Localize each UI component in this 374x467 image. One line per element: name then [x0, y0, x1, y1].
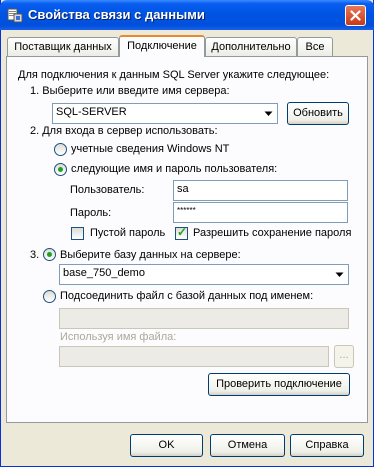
step2-label: 2. Для входа в сервер использовать:: [30, 125, 218, 137]
password-value: ******: [177, 206, 196, 215]
password-input[interactable]: ******: [173, 202, 348, 223]
filename-label: Используя имя файла:: [60, 331, 177, 343]
browse-button[interactable]: ...: [334, 345, 354, 368]
intro-text: Для подключения к данным SQL Server укаж…: [18, 69, 330, 81]
dialog-window: Свойства связи с данными Поставщик данны…: [0, 0, 374, 467]
tab-connection-label: Подключение: [127, 40, 197, 52]
tab-advanced[interactable]: Дополнительно: [205, 37, 297, 57]
help-button[interactable]: Справка: [290, 434, 364, 457]
tab-all[interactable]: Все: [297, 37, 333, 57]
user-label: Пользователь:: [70, 184, 145, 196]
close-button[interactable]: [345, 5, 366, 26]
save-password-label[interactable]: Разрешить сохранение пароля: [193, 227, 351, 239]
password-label: Пароль:: [70, 207, 112, 219]
step1-label: 1. Выберите или введите имя сервера:: [30, 85, 230, 97]
attach-name-input[interactable]: [59, 308, 349, 329]
db-select-radio[interactable]: [43, 248, 56, 261]
blank-password-label[interactable]: Пустой пароль: [90, 227, 165, 239]
server-value: SQL-SERVER: [56, 106, 127, 118]
auth-sql-radio[interactable]: [54, 163, 67, 176]
step3-number: 3.: [30, 249, 40, 261]
chevron-down-icon[interactable]: [331, 266, 347, 283]
user-input[interactable]: sa: [173, 180, 348, 201]
attach-file-label[interactable]: Подсоединить файл с базой данных под име…: [60, 290, 313, 302]
attach-file-radio[interactable]: [43, 290, 56, 303]
title-bar[interactable]: Свойства связи с данными: [0, 0, 374, 30]
tab-advanced-label: Дополнительно: [211, 41, 291, 53]
cancel-button[interactable]: Отмена: [210, 434, 285, 457]
auth-sql-label[interactable]: следующие имя и пароль пользователя:: [71, 163, 277, 175]
close-icon: [350, 10, 361, 21]
data-link-icon: [7, 7, 23, 23]
refresh-button[interactable]: Обновить: [287, 102, 349, 125]
server-combobox[interactable]: SQL-SERVER: [52, 103, 278, 124]
ok-button[interactable]: OK: [130, 434, 203, 457]
tab-all-label: Все: [305, 41, 325, 53]
auth-windows-radio[interactable]: [54, 143, 67, 156]
database-value: base_750_demo: [63, 267, 145, 279]
database-combobox[interactable]: base_750_demo: [59, 264, 349, 285]
save-password-checkbox[interactable]: [175, 225, 188, 240]
tab-provider-label: Поставщик данных: [14, 41, 112, 53]
blank-password-checkbox[interactable]: [71, 227, 84, 240]
test-connection-button[interactable]: Проверить подключение: [208, 373, 350, 396]
user-value: sa: [177, 183, 189, 195]
chevron-down-icon[interactable]: [260, 105, 276, 122]
window-title: Свойства связи с данными: [28, 7, 205, 22]
auth-windows-label[interactable]: учетные сведения Windows NT: [71, 143, 229, 155]
tab-connection[interactable]: Подключение: [119, 35, 205, 57]
filename-input[interactable]: [59, 346, 329, 367]
db-select-label[interactable]: Выберите базу данных на сервере:: [60, 249, 241, 261]
tab-provider[interactable]: Поставщик данных: [7, 37, 119, 57]
